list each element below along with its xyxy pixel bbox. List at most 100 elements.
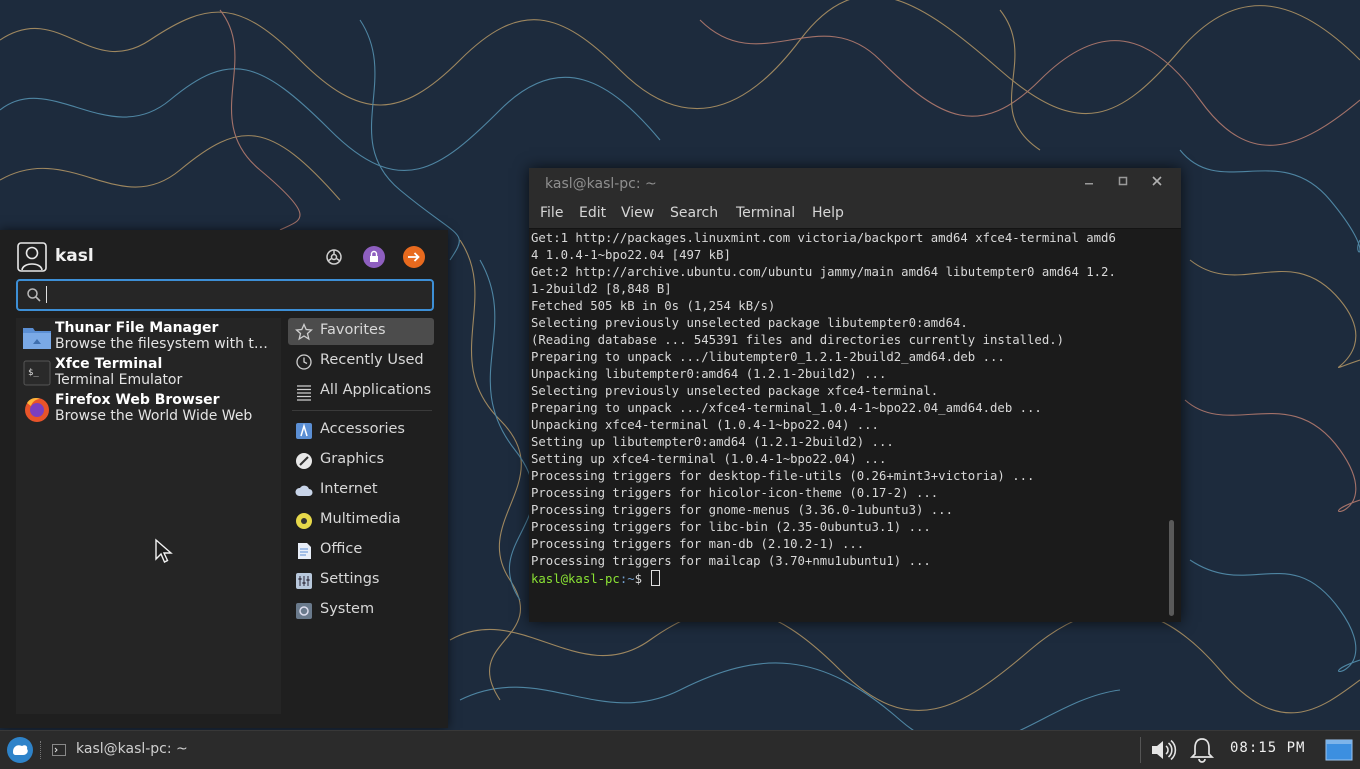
menu-view[interactable]: View	[621, 205, 654, 221]
category-graphics[interactable]: Graphics	[288, 447, 434, 474]
terminal-line: Get:2 http://archive.ubuntu.com/ubuntu j…	[531, 265, 1116, 279]
volume-icon[interactable]	[1149, 737, 1177, 763]
terminal-task-icon	[52, 744, 66, 756]
category-label: Settings	[320, 571, 380, 587]
office-icon	[298, 543, 311, 559]
app-description: Browse the filesystem with the file mana…	[55, 336, 275, 352]
terminal-prompt[interactable]: kasl@kasl-pc:~$	[531, 570, 661, 588]
terminal-line: Processing triggers for libc-bin (2.35-0…	[531, 520, 931, 534]
star-icon	[295, 323, 313, 341]
category-label: All Applications	[320, 382, 432, 398]
search-field[interactable]	[16, 279, 434, 311]
category-label: System	[320, 601, 375, 617]
app-firefox[interactable]: Firefox Web Browser Browse the World Wid…	[20, 391, 278, 427]
app-description: Browse the World Wide Web	[55, 408, 253, 424]
clock-icon	[296, 354, 312, 370]
terminal-line: Get:1 http://packages.linuxmint.com vict…	[531, 231, 1116, 245]
terminal-line: 1-2build2 [8,848 B]	[531, 282, 672, 296]
terminal-output[interactable]: Get:1 http://packages.linuxmint.com vict…	[529, 229, 1165, 622]
category-accessories[interactable]: Accessories	[288, 417, 434, 444]
username: kasl	[55, 246, 94, 266]
lock-icon[interactable]	[363, 246, 385, 268]
close-icon[interactable]	[1146, 174, 1168, 194]
app-description: Terminal Emulator	[55, 372, 183, 388]
show-desktop-icon[interactable]	[1324, 738, 1354, 762]
app-name: Thunar File Manager	[55, 320, 219, 336]
taskbar-terminal[interactable]: kasl@kasl-pc: ~	[46, 734, 196, 765]
applications-list: Thunar File Manager Browse the filesyste…	[16, 318, 281, 714]
terminal-line: Processing triggers for mailcap (3.70+nm…	[531, 554, 931, 568]
system-icon	[296, 603, 312, 619]
notifications-bell-icon[interactable]	[1188, 736, 1216, 764]
category-office[interactable]: Office	[288, 537, 434, 564]
terminal-line: Processing triggers for desktop-file-uti…	[531, 469, 1035, 483]
search-icon	[27, 288, 41, 302]
whisker-menu: kasl Thunar File Manager Browse the file…	[0, 230, 448, 728]
category-label: Accessories	[320, 421, 405, 437]
menu-edit[interactable]: Edit	[579, 205, 606, 221]
category-separator	[292, 410, 432, 411]
terminal-line: Processing triggers for hicolor-icon-the…	[531, 486, 939, 500]
graphics-icon	[296, 453, 312, 469]
internet-icon	[295, 485, 313, 496]
categories-list: Favorites Recently Used All Applications…	[286, 318, 436, 714]
search-input[interactable]	[50, 284, 414, 308]
panel-separator	[40, 741, 43, 759]
category-favorites[interactable]: Favorites	[288, 318, 434, 345]
terminal-line: Unpacking libutempter0:amd64 (1.2.1-2bui…	[531, 367, 887, 381]
taskbar-label: kasl@kasl-pc: ~	[76, 741, 188, 757]
panel-clock[interactable]: 08:15 PM	[1230, 740, 1305, 756]
terminal-titlebar[interactable]: kasl@kasl-pc: ~	[529, 168, 1181, 200]
accessories-icon	[296, 423, 312, 439]
prompt-symbol: $	[634, 572, 643, 586]
svg-text:$_: $_	[28, 368, 39, 378]
terminal-line: Preparing to unpack .../libutempter0_1.2…	[531, 350, 1005, 364]
terminal-line: 4 1.0.4-1~bpo22.04 [497 kB]	[531, 248, 731, 262]
user-avatar-icon	[17, 242, 47, 272]
category-label: Graphics	[320, 451, 385, 467]
multimedia-icon	[296, 513, 312, 529]
terminal-line: Fetched 505 kB in 0s (1,254 kB/s)	[531, 299, 776, 313]
xfce-mouse-icon[interactable]	[4, 735, 36, 765]
category-all-applications[interactable]: All Applications	[288, 378, 434, 405]
app-thunar[interactable]: Thunar File Manager Browse the filesyste…	[20, 319, 278, 355]
category-multimedia[interactable]: Multimedia	[288, 507, 434, 534]
menu-file[interactable]: File	[540, 205, 563, 221]
category-label: Multimedia	[320, 511, 401, 527]
category-label: Internet	[320, 481, 378, 497]
terminal-window[interactable]: kasl@kasl-pc: ~ File Edit View Search Te…	[529, 168, 1181, 622]
mouse-pointer-icon	[155, 538, 173, 563]
terminal-scrollbar[interactable]	[1169, 520, 1174, 616]
terminal-line: Unpacking xfce4-terminal (1.0.4-1~bpo22.…	[531, 418, 879, 432]
app-name: Xfce Terminal	[55, 356, 163, 372]
settings-category-icon	[296, 573, 312, 589]
terminal-line: Selecting previously unselected package …	[531, 316, 968, 330]
category-system[interactable]: System	[288, 597, 434, 624]
terminal-line: Processing triggers for gnome-menus (3.3…	[531, 503, 953, 517]
settings-icon[interactable]	[323, 246, 345, 268]
prompt-user: kasl@kasl-pc	[531, 572, 620, 586]
terminal-title: kasl@kasl-pc: ~	[545, 176, 657, 192]
terminal-line: Preparing to unpack .../xfce4-terminal_1…	[531, 401, 1042, 415]
category-label: Recently Used	[320, 352, 424, 368]
menu-help[interactable]: Help	[812, 205, 844, 221]
prompt-path: :~	[619, 572, 635, 586]
category-settings[interactable]: Settings	[288, 567, 434, 594]
terminal-line: Selecting previously unselected package …	[531, 384, 939, 398]
logout-icon[interactable]	[403, 246, 425, 268]
app-xfce-terminal[interactable]: $_ Xfce Terminal Terminal Emulator	[20, 355, 278, 391]
minimize-icon[interactable]	[1078, 174, 1100, 194]
category-internet[interactable]: Internet	[288, 477, 434, 504]
menu-search[interactable]: Search	[670, 205, 718, 221]
maximize-icon[interactable]	[1112, 174, 1134, 194]
terminal-line: (Reading database ... 545391 files and d…	[531, 333, 1065, 347]
terminal-icon: $_	[23, 360, 51, 386]
terminal-menubar: File Edit View Search Terminal Help	[529, 200, 1181, 229]
list-icon	[297, 385, 311, 401]
terminal-line: Setting up libutempter0:amd64 (1.2.1-2bu…	[531, 435, 894, 449]
category-label: Office	[320, 541, 363, 557]
category-recently-used[interactable]: Recently Used	[288, 348, 434, 375]
menu-terminal[interactable]: Terminal	[736, 205, 795, 221]
terminal-line: Processing triggers for man-db (2.10.2-1…	[531, 537, 865, 551]
tray-separator	[1140, 737, 1141, 763]
